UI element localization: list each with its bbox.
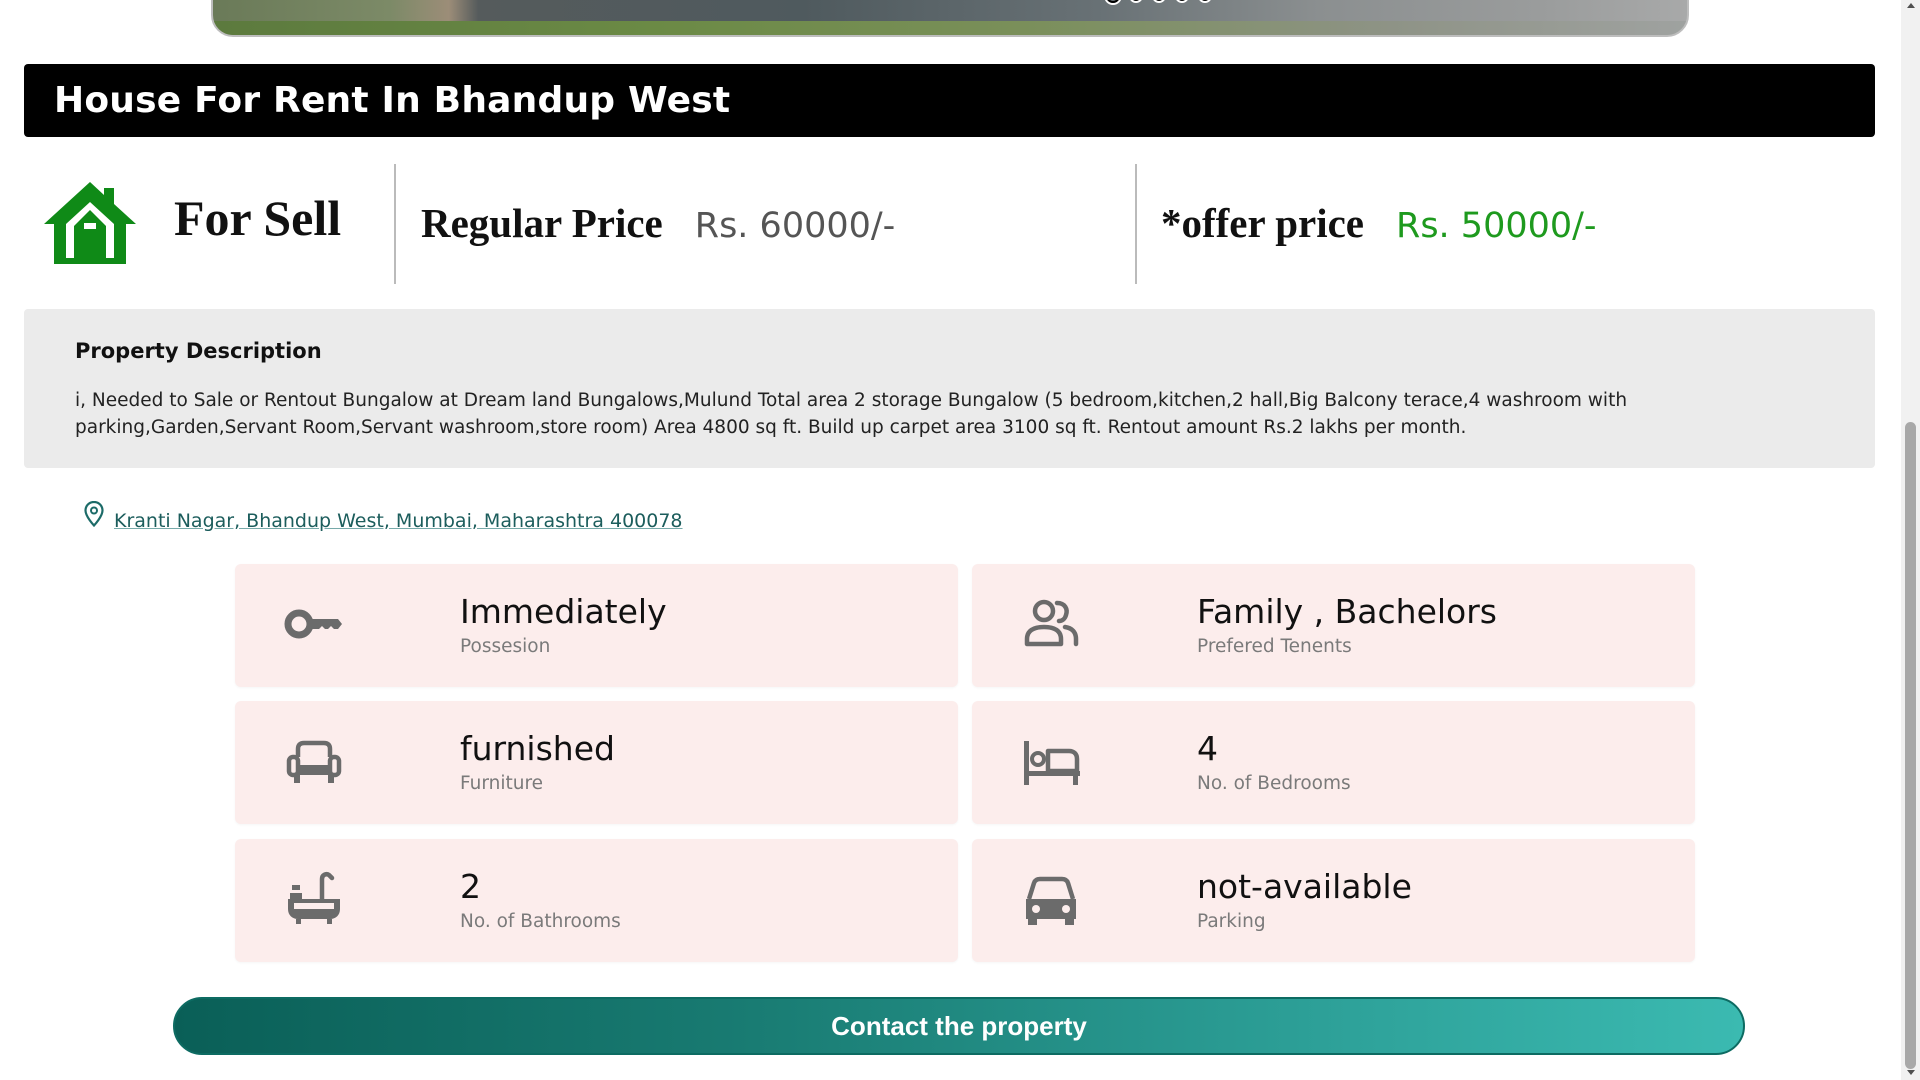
feature-label: No. of Bedrooms [1197, 773, 1351, 794]
carousel-dot-4[interactable] [1175, 0, 1189, 3]
house-icon [44, 182, 136, 264]
bathtub-icon [288, 871, 340, 924]
description-heading: Property Description [75, 339, 322, 363]
feature-label: Possesion [460, 636, 551, 657]
map-pin-icon [84, 501, 104, 527]
feature-value: 4 [1197, 729, 1218, 768]
divider [1135, 164, 1137, 284]
feature-card-tenants: Family , Bachelors Prefered Tenents [972, 564, 1695, 687]
offer-price-value: Rs. 50000/- [1396, 206, 1597, 246]
feature-value: furnished [460, 729, 615, 768]
property-description: Property Description i, Needed to Sale o… [24, 309, 1875, 468]
regular-price-value: Rs. 60000/- [694, 206, 896, 246]
carousel-dot-2[interactable] [1129, 0, 1143, 3]
divider [394, 164, 396, 284]
people-icon [1024, 599, 1079, 647]
bed-icon [1024, 741, 1080, 785]
feature-card-possession: Immediately Possesion [235, 564, 958, 687]
sale-type-label: For Sell [174, 190, 342, 246]
offer-price-label: *offer price [1161, 200, 1364, 246]
car-icon [1026, 876, 1076, 925]
regular-price-label: Regular Price [421, 200, 663, 246]
feature-label: Parking [1197, 911, 1266, 932]
feature-value: Family , Bachelors [1197, 592, 1497, 631]
sofa-icon [286, 740, 342, 783]
carousel-dot-3[interactable] [1152, 0, 1166, 3]
carousel-dot-1[interactable] [1106, 0, 1120, 3]
feature-card-bathrooms: 2 No. of Bathrooms [235, 839, 958, 962]
feature-value: not-available [1197, 867, 1412, 906]
sale-type-block [40, 178, 140, 268]
scroll-up-arrow-icon[interactable] [1907, 3, 1915, 8]
feature-label: No. of Bathrooms [460, 911, 621, 932]
offer-price: *offer price Rs. 50000/- [1161, 199, 1597, 247]
page-title: House For Rent In Bhandup West [54, 80, 731, 121]
feature-value: Immediately [460, 592, 667, 631]
feature-label: Prefered Tenents [1197, 636, 1352, 657]
feature-card-furniture: furnished Furniture [235, 701, 958, 824]
regular-price: Regular Price Rs. 60000/- [421, 199, 895, 247]
address: Kranti Nagar, Bhandup West, Mumbai, Maha… [84, 496, 683, 532]
carousel-dot-5[interactable] [1198, 0, 1212, 3]
carousel-dots [1106, 0, 1212, 3]
feature-label: Furniture [460, 773, 544, 794]
title-bar: House For Rent In Bhandup West [24, 64, 1875, 137]
scrollbar-thumb[interactable] [1905, 422, 1916, 1069]
address-link[interactable]: Kranti Nagar, Bhandup West, Mumbai, Maha… [114, 510, 683, 532]
description-text: i, Needed to Sale or Rentout Bungalow at… [75, 390, 1628, 438]
key-icon [284, 609, 342, 639]
feature-card-parking: not-available Parking [972, 839, 1695, 962]
contact-property-button[interactable]: Contact the property [173, 997, 1745, 1055]
scroll-down-arrow-icon[interactable] [1907, 1070, 1915, 1075]
feature-value: 2 [460, 867, 481, 906]
feature-card-bedrooms: 4 No. of Bedrooms [972, 701, 1695, 824]
vertical-scrollbar[interactable] [1901, 0, 1920, 1080]
price-row: For Sell Regular Price Rs. 60000/- *offe… [24, 164, 1875, 284]
image-carousel[interactable] [211, 0, 1689, 37]
